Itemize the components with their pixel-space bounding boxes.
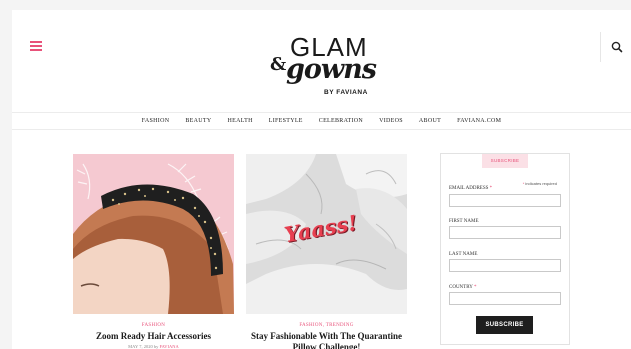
email-field[interactable] <box>449 194 561 207</box>
logo-gowns-text: gowns <box>286 54 377 85</box>
last-name-field[interactable] <box>449 259 561 272</box>
nav-divider-bottom <box>12 129 631 130</box>
nav-item-lifestyle[interactable]: LIFESTYLE <box>269 118 303 124</box>
first-name-field[interactable] <box>449 226 561 239</box>
subscribe-button[interactable]: SUBSCRIBE <box>476 316 533 334</box>
nav-item-fashion[interactable]: FASHION <box>142 118 170 124</box>
window-frame-top <box>0 0 631 10</box>
email-label: EMAIL ADDRESS * <box>449 186 492 191</box>
post-category[interactable]: FASHION, TRENDING <box>246 323 407 328</box>
post-date: MAY 7, 2020 <box>128 344 153 349</box>
country-field[interactable] <box>449 292 561 305</box>
subscribe-badge: SUBSCRIBE <box>482 154 528 168</box>
nav-item-beauty[interactable]: BEAUTY <box>185 118 211 124</box>
required-note-text: indicates required <box>525 181 557 186</box>
search-icon[interactable] <box>606 36 628 58</box>
email-label-text: EMAIL ADDRESS <box>449 186 489 191</box>
post-title[interactable]: Stay Fashionable With The Quarantine Pil… <box>246 331 407 349</box>
logo-byline: BY FAVIANA <box>324 89 368 96</box>
country-label: COUNTRY * <box>449 285 476 290</box>
post-author[interactable]: FAVIANA <box>159 344 178 349</box>
post-meta: MAY 7, 2020 by FAVIANA <box>73 344 234 349</box>
site-header: GLAM & gowns BY FAVIANA <box>12 10 631 112</box>
country-required-asterisk: * <box>473 285 477 290</box>
country-label-text: COUNTRY <box>449 285 473 290</box>
site-logo[interactable]: GLAM & gowns BY FAVIANA <box>264 32 384 102</box>
post-title[interactable]: Zoom Ready Hair Accessories <box>73 331 234 342</box>
logo-ampersand: & <box>270 54 287 75</box>
last-name-label: LAST NAME <box>449 252 478 257</box>
headband-illustration <box>73 163 234 314</box>
post-category[interactable]: FASHION <box>73 323 234 328</box>
nav-item-faviana-com[interactable]: FAVIANA.COM <box>457 118 501 124</box>
nav-item-celebration[interactable]: CELEBRATION <box>319 118 363 124</box>
post-card-hair-accessories: FASHION Zoom Ready Hair Accessories MAY … <box>73 154 234 349</box>
nav-item-health[interactable]: HEALTH <box>227 118 252 124</box>
nav-item-about[interactable]: ABOUT <box>419 118 441 124</box>
window-frame-left <box>0 10 12 349</box>
post-by: by <box>153 344 159 349</box>
post-thumbnail-headband[interactable] <box>73 154 234 314</box>
main-nav: FASHION BEAUTY HEALTH LIFESTYLE CELEBRAT… <box>12 113 631 129</box>
menu-icon[interactable] <box>30 41 42 51</box>
header-divider <box>600 32 601 62</box>
first-name-label: FIRST NAME <box>449 219 479 224</box>
email-required-asterisk: * <box>489 186 493 191</box>
post-thumbnail-pillows[interactable]: Yaass! <box>246 154 407 314</box>
subscribe-widget: SUBSCRIBE * indicates required EMAIL ADD… <box>440 153 570 345</box>
post-card-pillow-challenge: Yaass! FASHION, TRENDING Stay Fashionabl… <box>246 154 407 349</box>
required-note: * indicates required <box>523 181 557 186</box>
nav-item-videos[interactable]: VIDEOS <box>379 118 403 124</box>
